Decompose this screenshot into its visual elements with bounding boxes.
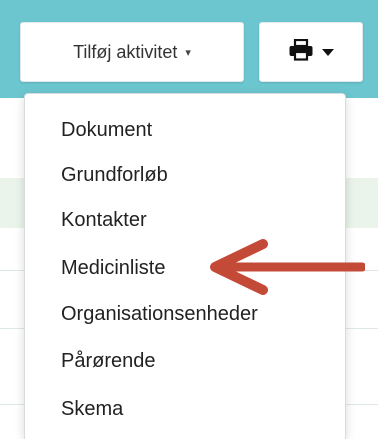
chevron-down-icon [322, 48, 334, 56]
add-activity-button[interactable]: Tilføj aktivitet ▾ [20, 22, 244, 82]
add-activity-label: Tilføj aktivitet [73, 41, 178, 62]
menu-item-skema[interactable]: Skema [61, 397, 123, 421]
menu-item-medicinliste[interactable]: Medicinliste [61, 256, 165, 280]
menu-item-parorende[interactable]: Pårørende [61, 349, 156, 373]
annotation-arrow [210, 239, 365, 295]
chevron-down-icon: ▾ [185, 46, 191, 59]
printer-icon [288, 38, 314, 66]
menu-item-kontakter[interactable]: Kontakter [61, 208, 147, 232]
menu-item-grundforlob[interactable]: Grundforløb [61, 163, 168, 187]
menu-item-organisationsenheder[interactable]: Organisationsenheder [61, 302, 258, 326]
print-dropdown-button[interactable] [259, 22, 363, 82]
menu-item-dokument[interactable]: Dokument [61, 118, 152, 142]
